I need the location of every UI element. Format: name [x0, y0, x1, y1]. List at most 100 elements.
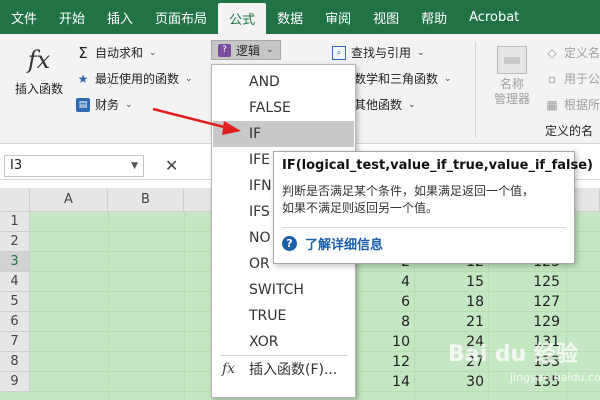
- create-from-selection-button[interactable]: ▦ 根据所: [545, 96, 600, 113]
- tooltip-divider: [282, 227, 566, 228]
- tooltip-signature: IF(logical_test,value_if_true,value_if_f…: [282, 158, 593, 173]
- menu-item-switch[interactable]: SWITCH: [213, 277, 354, 303]
- tab-help[interactable]: 帮助: [410, 0, 458, 34]
- chevron-down-icon: ⌄: [444, 73, 452, 84]
- menu-item-xor[interactable]: XOR: [213, 329, 354, 355]
- cell-e9[interactable]: 30: [432, 372, 488, 392]
- tooltip-desc-line-1: 判断是否满足某个条件，如果满足返回一个值，: [282, 184, 535, 198]
- cell-d8[interactable]: 12: [358, 352, 414, 372]
- logic-question-icon: ?: [218, 43, 231, 57]
- star-icon: ★: [77, 71, 89, 86]
- menu-item-insert-function[interactable]: 插入函数(F)...: [213, 357, 354, 383]
- grid-line: [108, 212, 109, 400]
- chevron-down-icon: ⌄: [149, 47, 157, 58]
- learn-more-label: 了解详细信息: [305, 238, 384, 253]
- other-functions-button[interactable]: 其他函数 ⌄: [354, 96, 416, 113]
- tab-insert[interactable]: 插入: [96, 0, 144, 34]
- math-trig-button[interactable]: 数学和三角函数 ⌄: [354, 70, 452, 87]
- name-box-value: I3: [10, 158, 23, 173]
- baidu-watermark-url: jingyan.baidu.com: [510, 371, 600, 384]
- grid-line: [184, 212, 185, 400]
- tab-data[interactable]: 数据: [266, 0, 314, 34]
- tab-page-layout[interactable]: 页面布局: [144, 0, 218, 34]
- name-manager-button[interactable]: 名称 管理器: [483, 46, 541, 107]
- row-header[interactable]: 9: [0, 372, 30, 392]
- other-functions-label: 其他函数: [354, 98, 403, 112]
- function-tooltip: IF(logical_test,value_if_true,value_if_f…: [273, 151, 593, 264]
- cell-d9[interactable]: 14: [358, 372, 414, 392]
- menu-separator: [220, 355, 348, 356]
- tab-view[interactable]: 视图: [362, 0, 410, 34]
- create-from-selection-icon: ▦: [546, 97, 558, 112]
- define-name-button[interactable]: ◇ 定义名: [545, 44, 600, 61]
- tab-review[interactable]: 审阅: [314, 0, 362, 34]
- chevron-down-icon: ⌄: [266, 45, 274, 55]
- fx-icon: fx: [27, 46, 51, 74]
- help-question-icon: ?: [282, 236, 297, 251]
- row-header[interactable]: 7: [0, 332, 30, 352]
- defined-names-group-label: 定义的名: [545, 124, 594, 138]
- cell-f6[interactable]: 129: [508, 312, 564, 332]
- insert-function-button[interactable]: fx 插入函数: [8, 44, 70, 97]
- use-in-formula-icon: ▫: [547, 71, 557, 86]
- tab-file[interactable]: 文件: [0, 0, 48, 34]
- column-header-a[interactable]: A: [30, 188, 108, 212]
- learn-more-link[interactable]: ? 了解详细信息: [282, 234, 566, 253]
- name-box[interactable]: I3 ▼: [4, 155, 144, 177]
- sigma-icon: Σ: [78, 43, 88, 62]
- menu-item-if[interactable]: IF: [213, 121, 354, 147]
- finance-book-icon: ▤: [76, 97, 90, 112]
- use-in-formula-label: 用于公: [564, 72, 600, 86]
- chevron-down-icon: ⌄: [125, 99, 133, 110]
- row-header[interactable]: 4: [0, 272, 30, 292]
- lookup-icon: ⌕: [332, 45, 346, 60]
- recent-functions-label: 最近使用的函数: [95, 72, 180, 86]
- cell-e5[interactable]: 18: [432, 292, 488, 312]
- tooltip-desc-line-2: 如果不满足则返回另一个值。: [282, 201, 439, 215]
- name-tag-icon: [497, 46, 527, 74]
- name-manager-label-2: 管理器: [493, 92, 530, 106]
- cell-e4[interactable]: 15: [432, 272, 488, 292]
- tab-home[interactable]: 开始: [48, 0, 96, 34]
- menu-item-false[interactable]: FALSE: [213, 95, 354, 121]
- cell-f4[interactable]: 125: [508, 272, 564, 292]
- chevron-down-icon: ⌄: [417, 47, 425, 58]
- lookup-reference-button[interactable]: ⌕ 查找与引用 ⌄: [332, 44, 425, 61]
- chevron-down-icon[interactable]: ▼: [131, 161, 138, 171]
- column-header-b[interactable]: B: [108, 188, 184, 212]
- tag-icon: ◇: [547, 45, 557, 60]
- row-header[interactable]: 1: [0, 212, 30, 232]
- row-header[interactable]: 5: [0, 292, 30, 312]
- cancel-icon[interactable]: ✕: [165, 156, 178, 175]
- row-header-selected[interactable]: 3: [0, 252, 30, 272]
- create-from-selection-label: 根据所: [564, 98, 600, 112]
- cell-e6[interactable]: 21: [432, 312, 488, 332]
- math-trig-label: 数学和三角函数: [354, 72, 439, 86]
- cell-d4[interactable]: 4: [358, 272, 414, 292]
- row-header[interactable]: 2: [0, 232, 30, 252]
- name-manager-label-1: 名称: [499, 77, 524, 91]
- cell-d7[interactable]: 10: [358, 332, 414, 352]
- autosum-button[interactable]: Σ 自动求和 ⌄: [76, 43, 157, 62]
- baidu-watermark: Bai du 经验: [448, 342, 578, 367]
- finance-label: 财务: [95, 98, 120, 112]
- row-header[interactable]: 6: [0, 312, 30, 332]
- ribbon-separator: [475, 42, 476, 138]
- tab-formulas[interactable]: 公式: [218, 3, 267, 34]
- row-header[interactable]: 8: [0, 352, 30, 372]
- recent-functions-button[interactable]: ★ 最近使用的函数 ⌄: [76, 70, 193, 87]
- select-all-corner[interactable]: [0, 188, 30, 212]
- logic-button[interactable]: ? 逻辑 ⌄: [211, 40, 281, 60]
- cell-d5[interactable]: 6: [358, 292, 414, 312]
- menu-item-true[interactable]: TRUE: [213, 303, 354, 329]
- cell-d6[interactable]: 8: [358, 312, 414, 332]
- menu-item-and[interactable]: AND: [213, 69, 354, 95]
- finance-button[interactable]: ▤ 财务 ⌄: [76, 96, 133, 113]
- lookup-reference-label: 查找与引用: [351, 46, 412, 60]
- tab-acrobat[interactable]: Acrobat: [458, 0, 530, 34]
- cell-f5[interactable]: 127: [508, 292, 564, 312]
- logic-label: 逻辑: [236, 43, 261, 58]
- use-in-formula-button[interactable]: ▫ 用于公: [545, 70, 600, 87]
- insert-function-label: 插入函数: [14, 82, 63, 96]
- ribbon-tab-bar: 文件 开始 插入 页面布局 公式 数据 审阅 视图 帮助 Acrobat: [0, 0, 600, 34]
